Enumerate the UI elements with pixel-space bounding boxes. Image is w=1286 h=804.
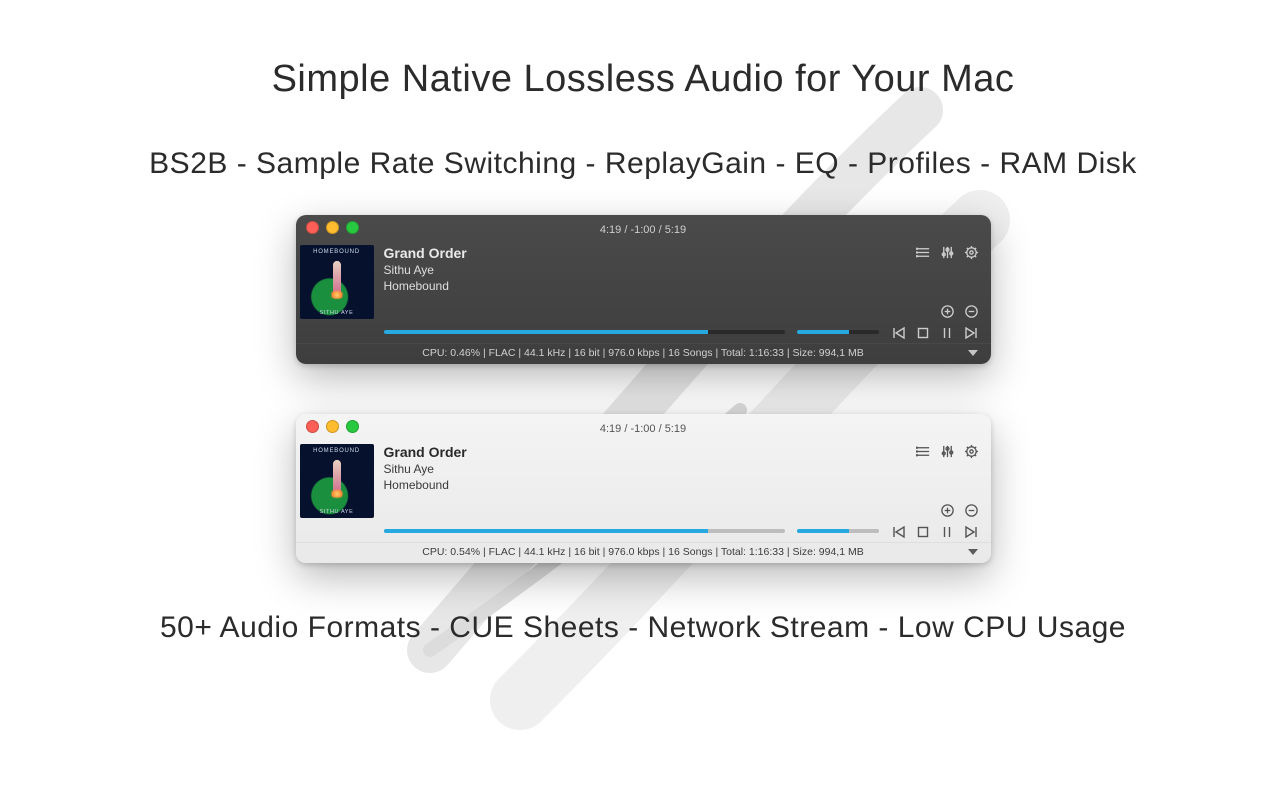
previous-icon[interactable] [891,325,907,341]
progress-fill [384,330,709,334]
volume-bar[interactable] [797,529,879,533]
status-bar: CPU: 0.54% | FLAC | 44.1 kHz | 16 bit | … [296,542,991,563]
player-dark: 4:19 / -1:00 / 5:19 Grand Order Sithu Ay… [296,215,991,364]
equalizer-icon[interactable] [940,444,955,459]
artist-name: Sithu Aye [384,462,885,476]
player-light: 4:19 / -1:00 / 5:19 Grand Order Sithu Ay… [296,414,991,563]
playlist-icon[interactable] [916,245,931,260]
progress-fill [384,529,709,533]
status-bar: CPU: 0.46% | FLAC | 44.1 kHz | 16 bit | … [296,343,991,364]
album-name: Homebound [384,279,885,293]
close-button[interactable] [306,221,319,234]
gear-icon[interactable] [964,444,979,459]
volume-fill [797,529,849,533]
titlebar: 4:19 / -1:00 / 5:19 [296,215,991,241]
volume-bar[interactable] [797,330,879,334]
pause-icon[interactable] [939,325,955,341]
page-headline: Simple Native Lossless Audio for Your Ma… [0,58,1286,101]
add-icon[interactable] [940,304,955,319]
remove-icon[interactable] [964,503,979,518]
expand-icon[interactable] [967,546,979,558]
traffic-lights [306,221,359,234]
status-text: CPU: 0.46% | FLAC | 44.1 kHz | 16 bit | … [422,347,863,359]
time-display: 4:19 / -1:00 / 5:19 [600,423,686,435]
gear-icon[interactable] [964,245,979,260]
track-title: Grand Order [384,245,885,261]
minimize-button[interactable] [326,420,339,433]
artist-name: Sithu Aye [384,263,885,277]
previous-icon[interactable] [891,524,907,540]
titlebar: 4:19 / -1:00 / 5:19 [296,414,991,440]
album-art[interactable] [300,444,374,518]
status-text: CPU: 0.54% | FLAC | 44.1 kHz | 16 bit | … [422,546,863,558]
feature-line-bottom: 50+ Audio Formats - CUE Sheets - Network… [0,611,1286,645]
track-title: Grand Order [384,444,885,460]
next-icon[interactable] [963,325,979,341]
add-icon[interactable] [940,503,955,518]
close-button[interactable] [306,420,319,433]
progress-bar[interactable] [384,330,785,334]
stop-icon[interactable] [915,524,931,540]
traffic-lights [306,420,359,433]
progress-bar[interactable] [384,529,785,533]
equalizer-icon[interactable] [940,245,955,260]
stop-icon[interactable] [915,325,931,341]
zoom-button[interactable] [346,420,359,433]
feature-line-top: BS2B - Sample Rate Switching - ReplayGai… [0,147,1286,181]
expand-icon[interactable] [967,347,979,359]
minimize-button[interactable] [326,221,339,234]
volume-fill [797,330,849,334]
pause-icon[interactable] [939,524,955,540]
album-name: Homebound [384,478,885,492]
next-icon[interactable] [963,524,979,540]
album-art[interactable] [300,245,374,319]
playlist-icon[interactable] [916,444,931,459]
zoom-button[interactable] [346,221,359,234]
remove-icon[interactable] [964,304,979,319]
time-display: 4:19 / -1:00 / 5:19 [600,224,686,236]
